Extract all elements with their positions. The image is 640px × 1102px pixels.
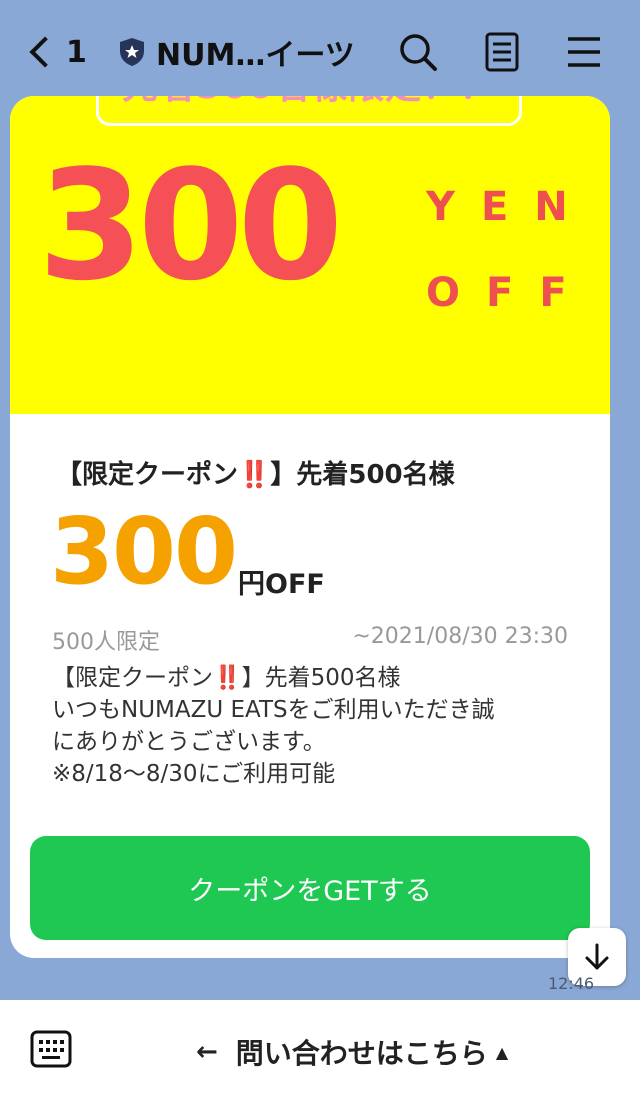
banner-yen: YEN <box>426 184 594 230</box>
coupon-limit: 500人限定 <box>52 630 160 655</box>
account-name: NUM…イーツ <box>156 38 355 73</box>
banner-tag: 先着500名様限定！！ <box>96 96 522 126</box>
coupon-banner-image[interactable]: 先着500名様限定！！ 300 YEN OFF <box>10 96 610 414</box>
menu-icon[interactable] <box>562 30 606 74</box>
search-icon[interactable] <box>396 30 440 74</box>
coupon-message-card: 先着500名様限定！！ 300 YEN OFF 【限定クーポン‼️】先着500名… <box>10 96 610 958</box>
description-line: いつもNUMAZU EATSをご利用いただき誠 <box>52 697 495 723</box>
coupon-description: 【限定クーポン‼️】先着500名様 いつもNUMAZU EATSをご利用いただき… <box>52 662 582 790</box>
banner-amount: 300 <box>38 137 343 314</box>
notes-icon[interactable] <box>480 30 524 74</box>
get-coupon-button[interactable]: クーポンをGETする <box>30 836 590 940</box>
coupon-deadline: ~2021/08/30 23:30 <box>352 624 568 649</box>
keyboard-icon[interactable] <box>30 1028 72 1070</box>
arrow-left-icon: ← <box>196 1037 218 1067</box>
description-line: ※8/18〜8/30にご利用可能 <box>52 761 336 787</box>
triangle-up-icon: ▲ <box>495 1042 509 1062</box>
unread-count: 1 <box>66 34 87 70</box>
description-line: にありがとうございます。 <box>52 729 326 755</box>
chat-header: 1 NUM…イーツ <box>0 0 640 100</box>
message-timestamp: 12:46 <box>548 974 595 993</box>
bottom-bar: ← 問い合わせはこちら ▲ <box>0 1000 640 1102</box>
arrow-down-icon <box>585 943 609 970</box>
back-button[interactable]: 1 <box>24 30 87 74</box>
chevron-left-icon <box>29 36 61 68</box>
inquiry-label: 問い合わせはこちら <box>235 1037 488 1070</box>
coupon-amount: 300 <box>50 498 238 605</box>
shield-star-icon <box>120 38 144 66</box>
banner-off: OFF <box>426 270 593 316</box>
banner-tag-text: 先着500名様限定！！ <box>99 96 519 105</box>
description-line: 【限定クーポン‼️】先着500名様 <box>52 665 401 691</box>
coupon-unit: 円OFF <box>238 569 325 600</box>
inquiry-menu-toggle[interactable]: ← 問い合わせはこちら ▲ <box>196 1032 508 1072</box>
chat-title[interactable]: NUM…イーツ <box>118 30 355 74</box>
coupon-title: 【限定クーポン‼️】先着500名様 <box>56 460 455 490</box>
